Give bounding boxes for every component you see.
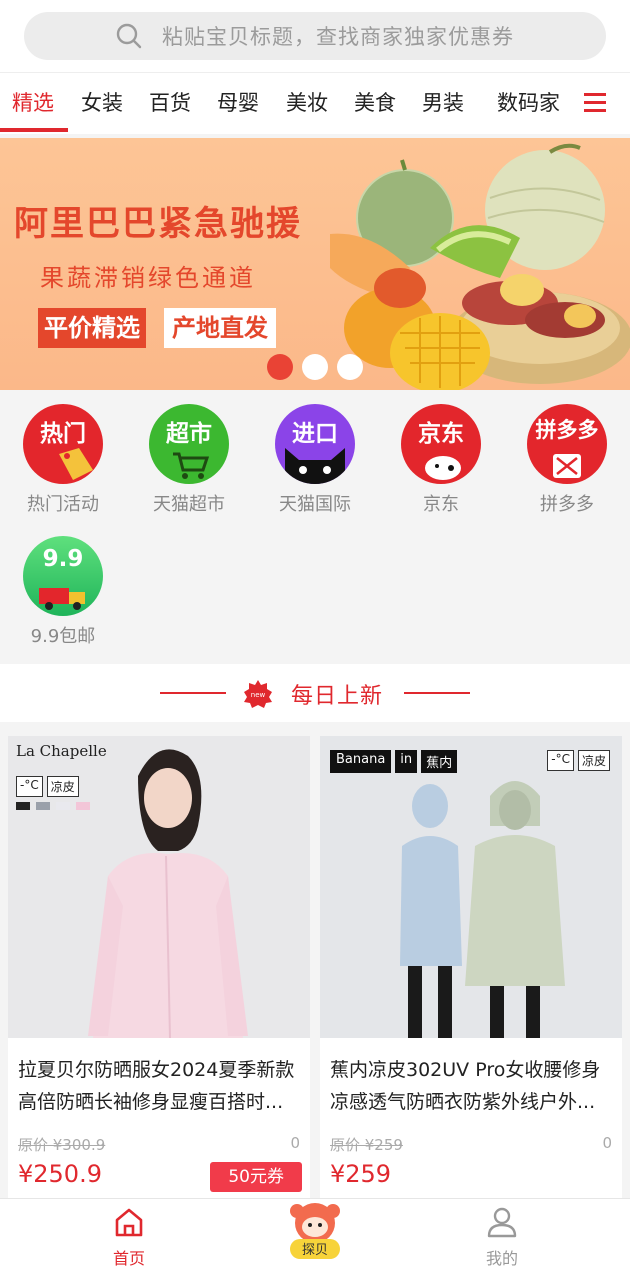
gift-icon: 拼多多 [527, 404, 607, 484]
mannequin-photo [400, 781, 565, 1038]
search-icon [116, 23, 142, 49]
carousel-dot-3[interactable] [337, 354, 363, 380]
tab-featured[interactable]: 精选 [12, 87, 54, 117]
section-title: 每日上新 [291, 684, 384, 709]
promo-banner[interactable]: 阿里巴巴紧急驰援 果蔬滞销绿色通道 平价精选 产地直发 [0, 138, 630, 390]
menu-icon[interactable] [584, 93, 606, 113]
product-title: 拉夏贝尔防晒服女2024夏季新款高倍防晒长袖修身显瘦百搭时... [18, 1059, 295, 1113]
model-photo [88, 749, 248, 1038]
original-price: 原价 ¥259 [330, 1136, 403, 1154]
tab-men[interactable]: 男装 [422, 87, 464, 117]
product-image: Banana in 蕉内 -°C 凉皮 [320, 736, 622, 1038]
hot-tag-icon: 热门 [23, 404, 103, 484]
category-tmall-market[interactable]: 超市 天猫超市 [126, 404, 252, 516]
coupon-badge[interactable]: 50元券 [210, 1162, 302, 1192]
category-tabs: 精选 女装 百货 母婴 美妆 美食 男装 数码家 [0, 72, 630, 134]
product-image: La Chapelle -°C 凉皮 [8, 736, 310, 1038]
category-jd[interactable]: 京东 京东 [378, 404, 504, 516]
banner-tag-affordable: 平价精选 [38, 308, 146, 348]
product-card[interactable]: Banana in 蕉内 -°C 凉皮 蕉内凉皮302UV Pro女收腰修身凉感… [320, 736, 622, 1198]
daily-new-header: new 每日上新 [0, 664, 630, 722]
category-grid: 热门 热门活动 超市 天猫超市 进口 天猫国际 京东 京东 拼多多 拼多多 9.… [0, 392, 630, 662]
mascot-icon: 探贝 [290, 1203, 340, 1259]
fruit-illustration [330, 143, 630, 390]
sold-count: 0 [602, 1134, 612, 1152]
cart-icon: 超市 [149, 404, 229, 484]
nav-home[interactable]: 首页 [69, 1205, 189, 1269]
carousel-dot-2[interactable] [302, 354, 328, 380]
banner-title: 阿里巴巴紧急驰援 [14, 204, 302, 244]
tab-women[interactable]: 女装 [81, 87, 123, 117]
search-bar: 粘贴宝贝标题，查找商家独家优惠券 [0, 0, 630, 72]
product-card[interactable]: La Chapelle -°C 凉皮 拉夏贝尔防晒服女2024夏季新款高倍防晒长… [8, 736, 310, 1198]
nav-explore[interactable]: 探贝 [255, 1203, 375, 1265]
user-icon [487, 1207, 517, 1238]
truck-icon: 9.9 [23, 536, 103, 616]
current-price: ¥250.9 [18, 1160, 102, 1188]
nav-profile[interactable]: 我的 [442, 1205, 562, 1269]
home-icon [115, 1208, 143, 1237]
current-price: ¥259 [330, 1160, 392, 1188]
search-input[interactable]: 粘贴宝贝标题，查找商家独家优惠券 [24, 12, 606, 60]
tab-beauty[interactable]: 美妆 [286, 87, 328, 117]
original-price: 原价 ¥300.9 [18, 1136, 106, 1154]
tab-food[interactable]: 美食 [354, 87, 396, 117]
category-9-9[interactable]: 9.9 9.9包邮 [0, 536, 126, 648]
tab-baby[interactable]: 母婴 [217, 87, 259, 117]
svg-text:new: new [251, 691, 266, 699]
new-badge-icon: new [244, 680, 272, 708]
carousel-dot-1[interactable] [267, 354, 293, 380]
tab-digital[interactable]: 数码家 [497, 87, 560, 117]
bottom-nav: 首页 探贝 我的 [0, 1198, 630, 1280]
svg-text:探贝: 探贝 [302, 1243, 328, 1258]
category-hot[interactable]: 热门 热门活动 [0, 404, 126, 516]
product-title: 蕉内凉皮302UV Pro女收腰修身凉感透气防晒衣防紫外线户外... [330, 1059, 601, 1113]
sold-count: 0 [290, 1134, 300, 1152]
category-tmall-global[interactable]: 进口 天猫国际 [252, 404, 378, 516]
category-pinduoduo[interactable]: 拼多多 拼多多 [504, 404, 630, 516]
divider-left [160, 692, 226, 694]
search-placeholder: 粘贴宝贝标题，查找商家独家优惠券 [162, 25, 514, 49]
dog-icon: 京东 [401, 404, 481, 484]
divider-right [404, 692, 470, 694]
tab-active-indicator [0, 128, 68, 132]
cat-icon: 进口 [275, 404, 355, 484]
tab-general[interactable]: 百货 [149, 87, 191, 117]
banner-tag-direct: 产地直发 [164, 308, 276, 348]
banner-subtitle: 果蔬滞销绿色通道 [40, 264, 256, 292]
